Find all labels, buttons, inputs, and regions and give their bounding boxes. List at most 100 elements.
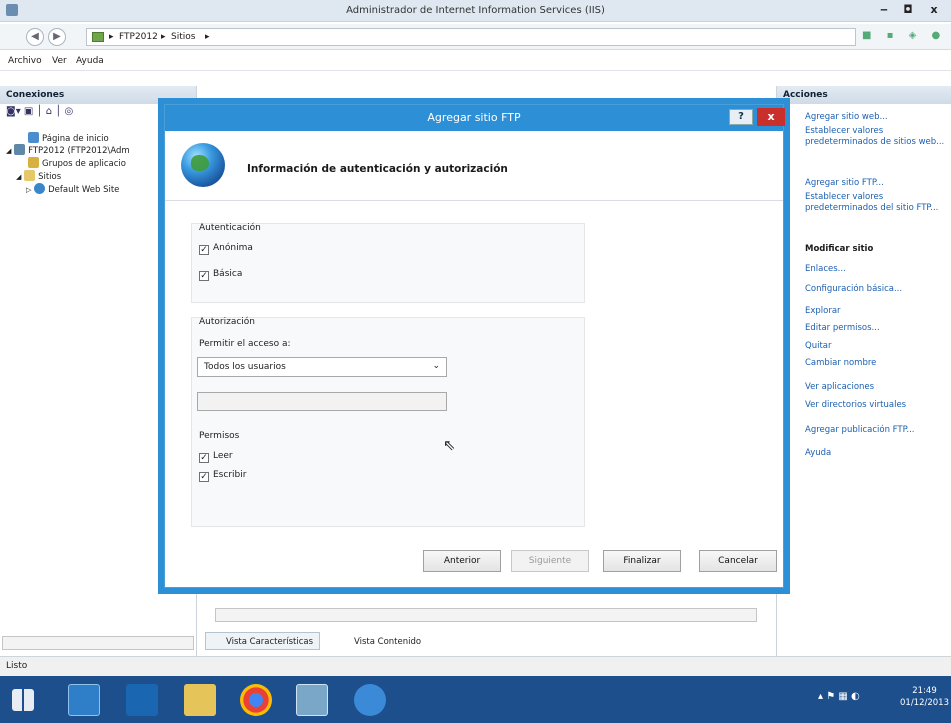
status-text: Listo <box>6 661 28 671</box>
globe-icon <box>34 183 46 194</box>
authorization-label: Autorización <box>199 317 255 327</box>
basic-checkbox[interactable]: ✓ Básica <box>199 269 242 281</box>
authentication-group <box>191 223 585 303</box>
add-ftp-site-dialog: Agregar sitio FTP ? x Información de aut… <box>164 104 785 588</box>
cancel-button[interactable]: Cancelar <box>699 550 777 572</box>
tree-item-sites[interactable]: ◢ Sitios <box>16 170 61 182</box>
action-help[interactable]: Ayuda <box>805 448 947 459</box>
dialog-heading: Información de autenticación y autorizac… <box>247 163 508 175</box>
clock-date: 01/12/2013 <box>900 698 949 708</box>
dialog-title: Agregar sitio FTP <box>165 105 783 131</box>
address-bar: ◀ ▶ ▸ FTP2012 ▸ Sitios ▸ ■ ▪ ◈ ● <box>0 24 951 50</box>
window-title: Administrador de Internet Information Se… <box>346 5 605 16</box>
file-explorer-icon[interactable] <box>184 684 216 716</box>
action-remove[interactable]: Quitar <box>805 341 947 352</box>
expand-icon: ▷ <box>26 186 32 194</box>
server-icon <box>92 32 104 42</box>
checkbox-label: Escribir <box>213 470 247 480</box>
action-bindings[interactable]: Enlaces... <box>805 264 947 275</box>
menu-ayuda[interactable]: Ayuda <box>76 56 104 66</box>
action-add-ftp-publishing[interactable]: Agregar publicación FTP... <box>805 425 947 436</box>
server-icon <box>14 144 26 155</box>
dialog-banner: Información de autenticación y autorizac… <box>165 131 783 201</box>
center-hscrollbar[interactable] <box>215 608 757 622</box>
action-edit-permissions[interactable]: Editar permisos... <box>805 323 947 334</box>
menu-ver[interactable]: Ver <box>52 56 67 66</box>
tree-item-label: Default Web Site <box>48 185 120 195</box>
checkbox-label: Básica <box>213 269 243 279</box>
action-explore[interactable]: Explorar <box>805 306 947 317</box>
chrome-icon[interactable] <box>240 684 272 716</box>
powershell-icon[interactable] <box>126 684 158 716</box>
chevron-down-icon: ⌄ <box>432 361 440 371</box>
connections-header: Conexiones <box>0 86 196 104</box>
collapse-icon: ◢ <box>16 173 22 181</box>
allow-access-select[interactable]: Todos los usuarios ⌄ <box>197 357 447 377</box>
allow-access-label: Permitir el acceso a: <box>199 339 291 349</box>
window-titlebar: Administrador de Internet Information Se… <box>0 0 951 22</box>
start-button-icon[interactable] <box>12 689 34 711</box>
toolbar-icons[interactable]: ■ ▪ ◈ ● <box>862 30 946 41</box>
close-button[interactable]: x <box>922 2 946 19</box>
tree-item-label: Página de inicio <box>42 134 109 144</box>
action-view-virtual-dirs[interactable]: Ver directorios virtuales <box>805 400 947 411</box>
checkbox-box: ✓ <box>199 271 209 281</box>
next-button[interactable]: Siguiente <box>511 550 589 572</box>
breadcrumb-item-sites[interactable]: Sitios <box>171 32 195 42</box>
action-ftp-defaults[interactable]: Establecer valores predeterminados del s… <box>805 192 947 214</box>
menu-archivo[interactable]: Archivo <box>8 56 42 66</box>
connections-hscrollbar[interactable] <box>2 636 194 650</box>
checkbox-box: ✓ <box>199 245 209 255</box>
breadcrumb-item-server[interactable]: FTP2012 <box>119 32 158 42</box>
app-pool-icon <box>28 157 39 168</box>
read-checkbox[interactable]: ✓ Leer <box>199 451 233 463</box>
clock[interactable]: 21:49 01/12/2013 <box>900 685 949 709</box>
action-rename[interactable]: Cambiar nombre <box>805 358 947 369</box>
action-add-website[interactable]: Agregar sitio web... <box>805 112 947 123</box>
tree-item-home[interactable]: Página de inicio <box>28 132 109 144</box>
breadcrumb-separator: ▸ <box>109 32 114 42</box>
action-add-ftp-site[interactable]: Agregar sitio FTP... <box>805 178 947 189</box>
clock-time: 21:49 <box>912 686 937 696</box>
help-button[interactable]: ? <box>729 109 753 125</box>
tree-item-server[interactable]: ◢ FTP2012 (FTP2012\Adm <box>6 144 130 156</box>
iis-manager-icon[interactable] <box>296 684 328 716</box>
checkbox-box: ✓ <box>199 472 209 482</box>
checkbox-box: ✓ <box>199 453 209 463</box>
tree-item-label: Sitios <box>38 172 62 182</box>
server-manager-icon[interactable] <box>68 684 100 716</box>
internet-explorer-icon[interactable] <box>354 684 386 716</box>
select-value: Todos los usuarios <box>204 362 286 372</box>
write-checkbox[interactable]: ✓ Escribir <box>199 470 246 482</box>
finish-button[interactable]: Finalizar <box>603 550 681 572</box>
tree-item-app-pools[interactable]: Grupos de aplicacio <box>28 157 126 169</box>
previous-button[interactable]: Anterior <box>423 550 501 572</box>
action-basic-settings[interactable]: Configuración básica... <box>805 284 947 295</box>
tree-item-default-web-site[interactable]: ▷ Default Web Site <box>26 183 119 195</box>
menu-bar: Archivo Ver Ayuda <box>0 51 951 71</box>
collapse-icon: ◢ <box>6 147 12 155</box>
minimize-button[interactable]: ‒ <box>872 2 896 19</box>
action-view-applications[interactable]: Ver aplicaciones <box>805 382 947 393</box>
back-button[interactable]: ◀ <box>26 28 44 46</box>
forward-button[interactable]: ▶ <box>48 28 66 46</box>
maximize-button[interactable]: ◘ <box>896 2 920 19</box>
actions-header: Acciones <box>777 86 951 104</box>
dialog-close-button[interactable]: x <box>757 108 785 126</box>
folder-icon <box>24 170 36 181</box>
actions-panel: Acciones Agregar sitio web... Establecer… <box>776 86 951 656</box>
action-website-defaults[interactable]: Establecer valores predeterminados de si… <box>805 126 947 148</box>
tab-features-view[interactable]: Vista Características <box>205 632 321 650</box>
mouse-pointer-icon: ⇖ <box>443 436 456 454</box>
taskbar: ▴ ⚑ ▦ ◐ 21:49 01/12/2013 <box>0 676 951 723</box>
globe-icon <box>181 143 225 187</box>
breadcrumb-separator: ▸ <box>205 32 210 42</box>
anonymous-checkbox[interactable]: ✓ Anónima <box>199 243 253 255</box>
tab-content-view[interactable]: Vista Contenido <box>333 632 429 650</box>
tab-label: Vista Características <box>226 637 314 647</box>
tab-label: Vista Contenido <box>354 637 422 647</box>
users-roles-field[interactable] <box>197 392 447 411</box>
tray-icons[interactable]: ▴ ⚑ ▦ ◐ <box>818 691 860 702</box>
breadcrumb[interactable]: ▸ FTP2012 ▸ Sitios ▸ <box>86 28 856 46</box>
section-edit-site: Modificar sitio <box>805 244 874 254</box>
